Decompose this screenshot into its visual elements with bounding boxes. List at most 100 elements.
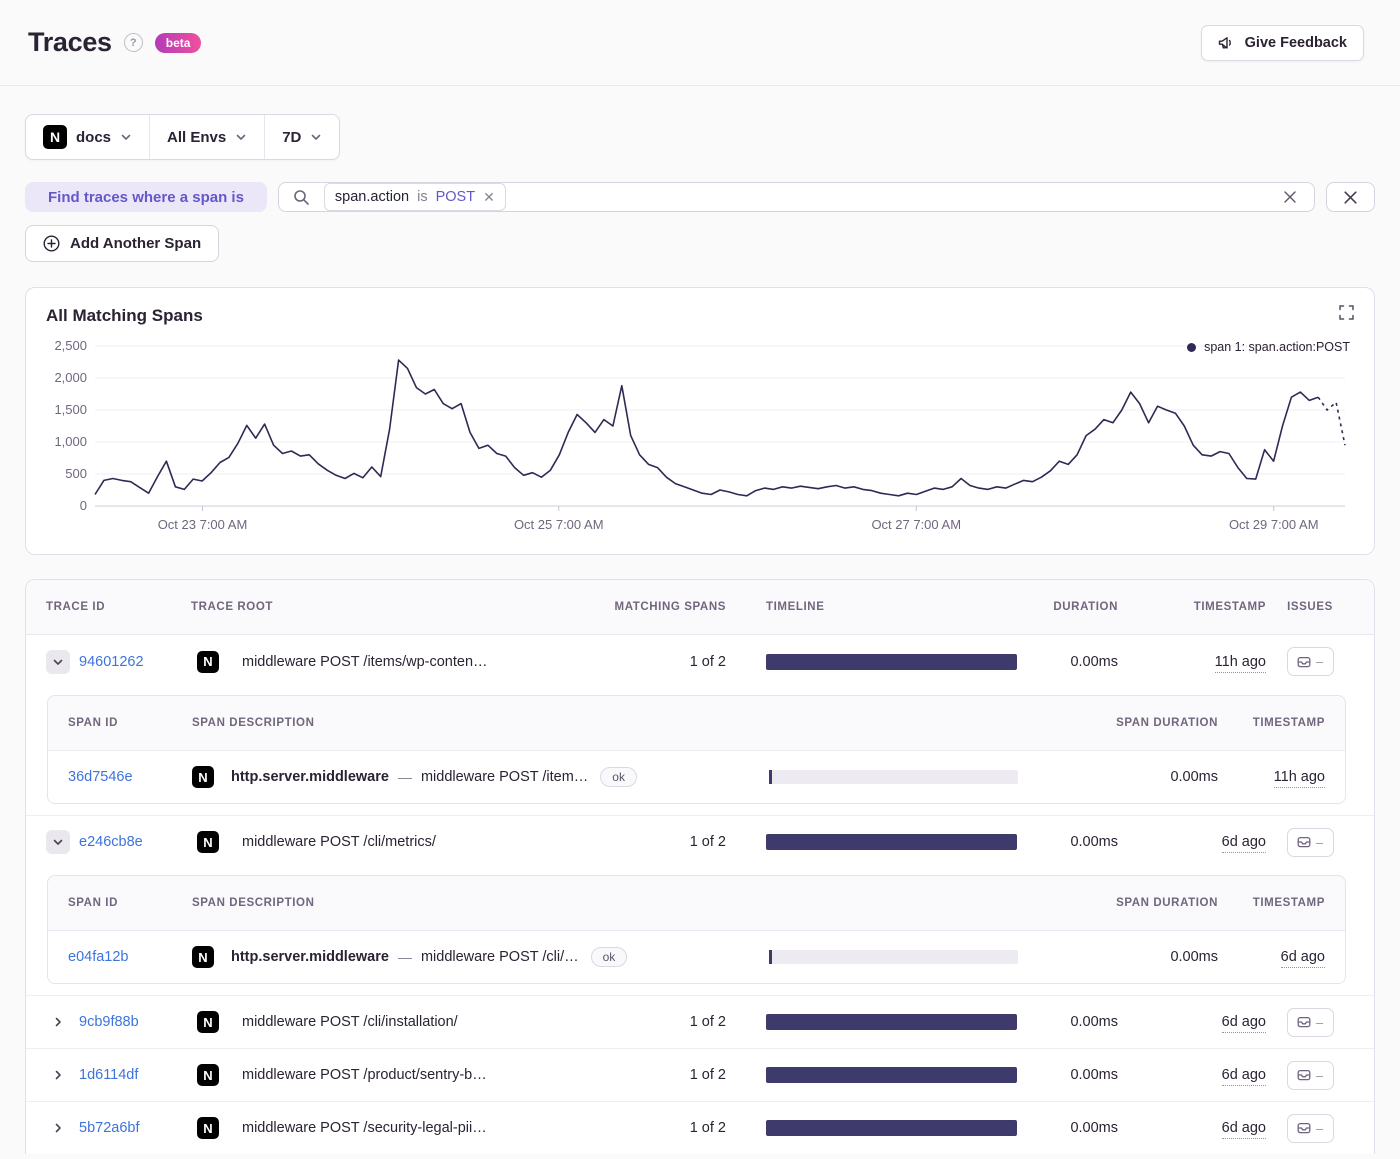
issues-button[interactable]: – <box>1286 827 1334 857</box>
legend-dot <box>1187 342 1197 352</box>
project-filter[interactable]: N docs <box>26 115 149 159</box>
span-timestamp-link[interactable]: 6d ago <box>1280 949 1325 968</box>
timeline-cell <box>766 834 1017 850</box>
environment-filter-label: All Envs <box>167 128 227 146</box>
span-status-badge: ok <box>600 767 637 787</box>
trace-root-text: middleware POST /cli/installation/ <box>242 1014 458 1030</box>
svg-text:Oct 29 7:00 AM: Oct 29 7:00 AM <box>1229 517 1319 532</box>
svg-text:0: 0 <box>80 498 87 513</box>
table-row[interactable]: 1d6114df N middleware POST /product/sent… <box>26 1048 1374 1101</box>
separator: — <box>397 769 412 785</box>
help-icon[interactable]: ? <box>123 33 143 52</box>
expand-chart-button[interactable] <box>1335 301 1358 324</box>
timeline-bar <box>766 653 1017 670</box>
trace-id-link[interactable]: 1d6114df <box>79 1067 138 1083</box>
span-description-text: middleware POST /cli/… <box>420 949 579 965</box>
expand-toggle[interactable] <box>46 1063 70 1087</box>
legend-label: span 1: span.action:POST <box>1204 340 1350 354</box>
nextjs-project-icon: N <box>192 946 214 968</box>
environment-filter[interactable]: All Envs <box>150 115 264 159</box>
col-span-id: SPAN ID <box>68 897 118 909</box>
search-icon <box>294 189 309 205</box>
table-row[interactable]: e246cb8e N middleware POST /cli/metrics/… <box>26 815 1374 868</box>
chevron-down-icon <box>121 134 131 140</box>
timeline-bar <box>766 1014 1017 1030</box>
matching-spans-count: 1 of 2 <box>689 1014 726 1030</box>
issues-icon <box>1297 1122 1311 1134</box>
chevron-icon <box>55 1017 61 1027</box>
trace-id-link[interactable]: 5b72a6bf <box>79 1120 139 1136</box>
expand-toggle[interactable] <box>46 1010 70 1034</box>
expand-toggle[interactable] <box>46 830 70 854</box>
trace-root-text: middleware POST /security-legal-pii… <box>242 1120 487 1136</box>
trace-id-link[interactable]: 9cb9f88b <box>79 1014 139 1030</box>
issues-button[interactable]: – <box>1286 1007 1334 1037</box>
span-operation: http.server.middleware <box>231 769 389 785</box>
circled-plus-icon <box>43 235 60 252</box>
issues-icon <box>1297 836 1311 848</box>
chevron-down-icon <box>236 134 246 140</box>
issues-button[interactable]: – <box>1286 1060 1334 1090</box>
remove-span-row-button[interactable] <box>1326 182 1375 212</box>
separator: — <box>397 949 412 965</box>
expand-toggle[interactable] <box>46 649 70 674</box>
span-duration-value: 0.00ms <box>1170 769 1218 785</box>
span-description-text: middleware POST /item… <box>420 769 589 785</box>
issues-button[interactable]: – <box>1286 1113 1334 1143</box>
svg-text:2,000: 2,000 <box>54 370 87 385</box>
span-search-input[interactable]: span.action is POST ✕ <box>277 182 1315 212</box>
timestamp-link[interactable]: 6d ago <box>1221 1014 1266 1033</box>
span-id-link[interactable]: e04fa12b <box>68 949 192 965</box>
give-feedback-button[interactable]: Give Feedback <box>1200 24 1364 61</box>
remove-token-icon[interactable]: ✕ <box>483 190 495 204</box>
timeline-cell <box>766 1067 1017 1083</box>
matching-spans-count: 1 of 2 <box>689 653 726 670</box>
col-span-description: SPAN DESCRIPTION <box>192 897 315 909</box>
clear-search-icon[interactable] <box>1282 189 1298 205</box>
issues-count: – <box>1315 1014 1324 1030</box>
timestamp-link[interactable]: 6d ago <box>1221 1067 1266 1086</box>
issues-count: – <box>1315 1067 1324 1083</box>
expand-toggle[interactable] <box>46 1116 70 1140</box>
trace-id-link[interactable]: e246cb8e <box>79 834 143 850</box>
table-header-row: TRACE ID TRACE ROOT MATCHING SPANS TIMEL… <box>26 580 1374 635</box>
nextjs-project-icon: N <box>197 831 219 853</box>
fullscreen-icon <box>1339 305 1354 320</box>
table-row[interactable]: 9cb9f88b N middleware POST /cli/installa… <box>26 995 1374 1048</box>
col-timestamp: TIMESTAMP <box>1193 601 1266 613</box>
nextjs-project-icon: N <box>197 1117 219 1139</box>
span-header-row: SPAN ID SPAN DESCRIPTION SPAN DURATION T… <box>48 876 1345 930</box>
span-row[interactable]: 36d7546e N http.server.middleware — midd… <box>48 750 1345 803</box>
timeline-bar <box>766 1120 1017 1136</box>
timestamp-link[interactable]: 6d ago <box>1221 1120 1266 1139</box>
span-timeline-track <box>769 950 1018 964</box>
span-timestamp-link[interactable]: 11h ago <box>1273 769 1325 788</box>
duration-value: 0.00ms <box>1070 653 1118 670</box>
duration-value: 0.00ms <box>1070 1067 1118 1083</box>
table-row[interactable]: 94601262 N middleware POST /items/wp-con… <box>26 635 1374 688</box>
find-span-label: Find traces where a span is <box>25 182 267 212</box>
svg-text:500: 500 <box>65 466 87 481</box>
issues-button[interactable]: – <box>1286 647 1334 676</box>
duration-value: 0.00ms <box>1070 834 1118 850</box>
table-row[interactable]: 5b72a6bf N middleware POST /security-leg… <box>26 1101 1374 1154</box>
token-key: span.action <box>334 189 410 205</box>
add-another-span-button[interactable]: Add Another Span <box>25 225 220 262</box>
timestamp-link[interactable]: 6d ago <box>1221 834 1266 853</box>
chart-title: All Matching Spans <box>46 306 203 325</box>
filter-token[interactable]: span.action is POST ✕ <box>323 183 506 211</box>
token-operator: is <box>417 189 428 205</box>
span-id-link[interactable]: 36d7546e <box>68 769 192 785</box>
col-span-timestamp: TIMESTAMP <box>1252 717 1325 729</box>
date-range-filter[interactable]: 7D <box>265 115 339 159</box>
main-content: N docs All Envs 7D Find traces where a s… <box>0 86 1400 1154</box>
give-feedback-label: Give Feedback <box>1244 34 1347 51</box>
span-row[interactable]: e04fa12b N http.server.middleware — midd… <box>48 930 1345 983</box>
col-matching-spans: MATCHING SPANS <box>614 601 726 613</box>
timestamp-link[interactable]: 11h ago <box>1214 653 1266 673</box>
timeline-cell <box>766 653 1017 670</box>
trace-id-link[interactable]: 94601262 <box>79 654 144 670</box>
trace-root-text: middleware POST /items/wp-conten… <box>242 653 488 670</box>
col-issues: ISSUES <box>1287 601 1333 613</box>
col-span-timestamp: TIMESTAMP <box>1252 897 1325 909</box>
